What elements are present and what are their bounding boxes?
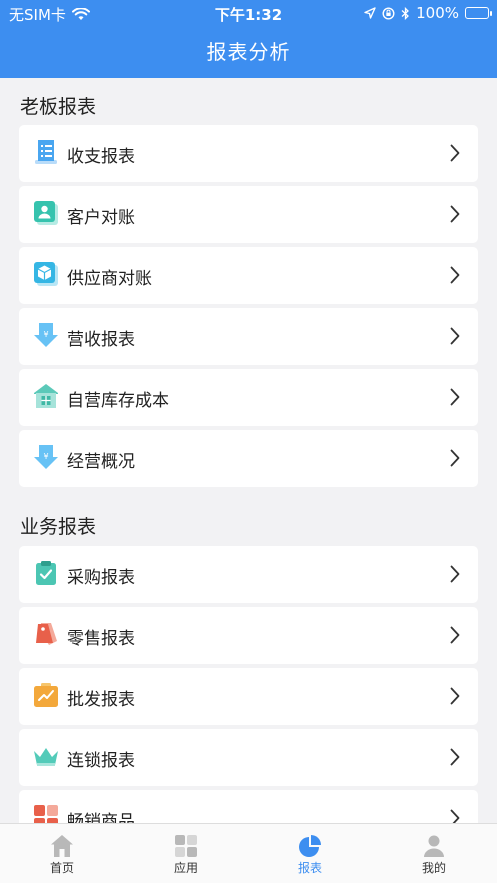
chevron-right-icon xyxy=(450,449,460,467)
report-item-purchase[interactable]: 采购报表 xyxy=(19,546,478,603)
section-title-business-reports: 业务报表 xyxy=(20,516,97,538)
chevron-right-icon xyxy=(450,205,460,223)
report-item-label: 营收报表 xyxy=(67,330,135,350)
trend-board-icon xyxy=(34,683,58,707)
report-item-chain[interactable]: 连锁报表 xyxy=(19,729,478,786)
report-item-inventory-cost[interactable]: 自营库存成本 xyxy=(19,369,478,426)
price-tag-icon xyxy=(36,623,57,645)
tab-profile[interactable]: 我的 xyxy=(372,824,496,883)
chevron-right-icon xyxy=(450,327,460,345)
tab-label: 报表 xyxy=(297,861,322,875)
status-right: 100% xyxy=(364,4,492,22)
tab-reports[interactable]: 报表 xyxy=(248,824,372,883)
chevron-right-icon xyxy=(450,687,460,705)
report-item-retail[interactable]: 零售报表 xyxy=(19,607,478,664)
report-item-label: 自营库存成本 xyxy=(67,391,169,411)
report-list[interactable]: 老板报表 收支报表 客户对账 供应商对账 ¥ 营收报表 自营库存成本 ¥ 经营概… xyxy=(0,78,497,823)
chevron-right-icon xyxy=(450,748,460,766)
profile-icon xyxy=(424,835,444,857)
report-item-revenue[interactable]: ¥ 营收报表 xyxy=(19,308,478,365)
clipboard-check-icon xyxy=(36,561,56,585)
report-item-supplier-reconciliation[interactable]: 供应商对账 xyxy=(19,247,478,304)
svg-text:¥: ¥ xyxy=(43,330,48,339)
report-item-label: 客户对账 xyxy=(67,208,135,228)
tab-label: 应用 xyxy=(173,861,198,875)
header: 无SIM卡 下午1:32 100% 报表分析 xyxy=(0,0,497,78)
report-item-income-expense[interactable]: 收支报表 xyxy=(19,125,478,182)
bluetooth-icon xyxy=(401,6,410,20)
status-bar: 无SIM卡 下午1:32 100% xyxy=(0,0,497,26)
chevron-right-icon xyxy=(450,626,460,644)
chevron-right-icon xyxy=(450,266,460,284)
report-item-label: 畅销商品 xyxy=(67,812,135,823)
tab-label: 首页 xyxy=(49,861,74,875)
hot-goods-icon xyxy=(34,805,58,823)
report-item-business-overview[interactable]: ¥ 经营概况 xyxy=(19,430,478,487)
report-item-best-selling[interactable]: 畅销商品 xyxy=(19,790,478,823)
tab-home[interactable]: 首页 xyxy=(0,824,124,883)
report-item-label: 经营概况 xyxy=(67,452,135,472)
supplier-box-icon xyxy=(34,262,58,286)
chevron-right-icon xyxy=(450,565,460,583)
report-item-label: 连锁报表 xyxy=(67,751,135,771)
report-item-label: 采购报表 xyxy=(67,568,135,588)
yuan-down-arrow-icon: ¥ xyxy=(34,323,58,347)
warehouse-icon xyxy=(34,384,58,408)
section-title-boss-reports: 老板报表 xyxy=(20,96,97,118)
yuan-down-arrow-icon: ¥ xyxy=(34,445,58,469)
svg-text:¥: ¥ xyxy=(43,452,48,461)
battery-icon xyxy=(465,7,492,19)
apps-grid-icon xyxy=(175,835,197,857)
pie-chart-icon xyxy=(299,835,321,857)
tab-label: 我的 xyxy=(421,861,446,875)
bottom-tab-bar: 首页 应用 报表 我的 xyxy=(0,823,497,883)
report-item-label: 批发报表 xyxy=(67,690,135,710)
report-item-customer-reconciliation[interactable]: 客户对账 xyxy=(19,186,478,243)
location-arrow-icon xyxy=(364,7,376,19)
report-item-label: 供应商对账 xyxy=(67,269,152,289)
tab-apps[interactable]: 应用 xyxy=(124,824,248,883)
report-item-label: 零售报表 xyxy=(67,629,135,649)
rotation-lock-icon xyxy=(382,6,395,20)
chevron-right-icon xyxy=(450,809,460,823)
battery-percent: 100% xyxy=(416,4,459,22)
receipt-icon xyxy=(35,140,57,164)
crown-icon xyxy=(34,748,58,766)
report-item-label: 收支报表 xyxy=(67,147,135,167)
chevron-right-icon xyxy=(450,144,460,162)
customer-icon xyxy=(34,201,58,225)
home-icon xyxy=(51,835,73,857)
chevron-right-icon xyxy=(450,388,460,406)
page-title: 报表分析 xyxy=(206,40,291,64)
report-item-wholesale[interactable]: 批发报表 xyxy=(19,668,478,725)
